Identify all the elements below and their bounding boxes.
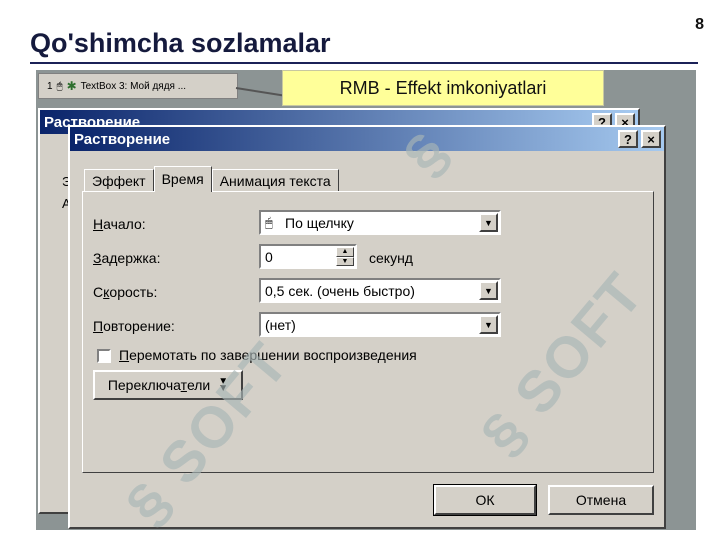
dialog-title: Растворение [74, 130, 171, 148]
delay-value: 0 [265, 248, 273, 265]
repeat-value: (нет) [265, 316, 296, 333]
list-item-index: 1 [47, 80, 53, 92]
triggers-button[interactable]: Переключатели ▼ ▼ [93, 370, 243, 400]
tab-effect[interactable]: Эффект [84, 169, 154, 191]
slide-title: Qo'shimcha sozlamalar [30, 28, 331, 58]
delay-spinner[interactable]: ▲ ▼ [336, 247, 354, 266]
slide-number: 8 [695, 16, 704, 33]
repeat-label: Повторение: [93, 318, 175, 334]
ok-button[interactable]: ОК [433, 484, 537, 516]
tab-text-animation[interactable]: Анимация текста [211, 169, 339, 191]
double-chevron-icon: ▼ ▼ [218, 376, 229, 394]
dialog-titlebar: Растворение ? × [70, 127, 664, 151]
delay-label: Задержка: [93, 250, 161, 266]
chevron-down-icon[interactable]: ▼ [479, 281, 498, 300]
start-select[interactable]: 🖱 По щелчку ▼ [259, 210, 501, 235]
speed-value: 0,5 сек. (очень быстро) [265, 282, 415, 299]
speed-label: Скорость: [93, 284, 158, 300]
timing-dialog: Растворение ? × Эффект Время Анимация те… [68, 125, 666, 529]
close-button[interactable]: × [641, 130, 661, 148]
tab-strip: Эффект Время Анимация текста [84, 165, 339, 192]
list-item-text: TextBox 3: Мой дядя ... [80, 80, 187, 92]
help-button[interactable]: ? [618, 130, 638, 148]
delay-input[interactable]: 0 ▲ ▼ [259, 244, 357, 269]
callout-box: RMB - Effekt imkoniyatlari [282, 70, 604, 106]
speed-select[interactable]: 0,5 сек. (очень быстро) ▼ [259, 278, 501, 303]
triggers-label: Переключатели [107, 377, 211, 393]
title-rule [30, 62, 698, 64]
start-label: Начало: [93, 216, 146, 232]
cancel-button[interactable]: Отмена [548, 485, 654, 515]
mouse-icon: 🖱 [265, 215, 273, 230]
chevron-down-icon[interactable]: ▼ [479, 213, 498, 232]
star-icon: ✱ [66, 79, 77, 93]
mouse-icon: 🖱 [56, 80, 63, 92]
rewind-checkbox[interactable] [97, 349, 111, 363]
tab-panel: Начало: 🖱 По щелчку ▼ Задержка: 0 ▲ ▼ сек… [82, 191, 654, 473]
tab-timing[interactable]: Время [153, 166, 212, 192]
rewind-label: Перемотать по завершении воспроизведения [119, 347, 417, 363]
delay-unit: секунд [369, 250, 413, 266]
animation-list-item[interactable]: 1 🖱 ✱ TextBox 3: Мой дядя ... [38, 73, 238, 99]
start-value: По щелчку [285, 214, 354, 231]
repeat-select[interactable]: (нет) ▼ [259, 312, 501, 337]
chevron-down-icon[interactable]: ▼ [479, 315, 498, 334]
